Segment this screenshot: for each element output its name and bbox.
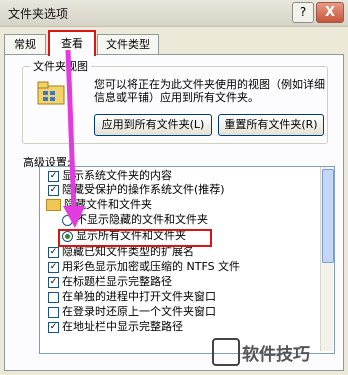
- checkbox[interactable]: ✓: [48, 185, 59, 196]
- list-item-label: 隐藏文件和文件夹: [64, 198, 152, 211]
- radio[interactable]: [62, 215, 73, 226]
- list-item-label: 显示系统文件夹的内容: [62, 169, 172, 182]
- checkbox[interactable]: ✓: [48, 247, 59, 258]
- list-item-label: 隐藏受保护的操作系统文件(推荐): [62, 183, 225, 196]
- checkbox[interactable]: ✓: [48, 322, 59, 333]
- folder-views-description: 您可以将正在为此文件夹使用的视图（例如详细信息或平铺）应用到所有文件夹。: [94, 78, 325, 104]
- help-button[interactable]: ?: [292, 2, 314, 23]
- watermark-logo: [212, 338, 240, 366]
- folder-views-icon: [37, 81, 65, 105]
- watermark-text: 软件技巧: [242, 345, 310, 365]
- list-item-label: 在标题栏显示完整路径: [62, 275, 172, 288]
- folder-icon: [46, 199, 61, 211]
- folder-views-title: 文件夹视图: [30, 58, 91, 74]
- annotation-highlight-box: [58, 229, 212, 247]
- list-item-label: 在地址栏中显示完整路径: [62, 320, 183, 333]
- checkbox[interactable]: [48, 307, 59, 318]
- list-item-label: 不显示隐藏的文件和文件夹: [76, 213, 208, 226]
- checkbox[interactable]: ✓: [48, 171, 59, 182]
- list-item-label: 在单独的进程中打开文件夹窗口: [62, 290, 216, 303]
- reset-all-folders-button[interactable]: 重置所有文件夹(R): [218, 114, 324, 136]
- list-item-label: 隐藏已知文件类型的扩展名: [62, 245, 194, 258]
- checkbox[interactable]: [48, 292, 59, 303]
- close-button[interactable]: X: [316, 2, 344, 23]
- title-bar: 文件夹选项 ? X: [0, 0, 348, 27]
- apply-to-all-folders-button[interactable]: 应用到所有文件夹(L): [94, 114, 212, 136]
- advanced-settings-list[interactable]: ✓ 显示系统文件夹的内容 ✓ 隐藏受保护的操作系统文件(推荐) 隐藏文件和文件夹…: [39, 166, 335, 354]
- window-title: 文件夹选项: [8, 7, 69, 21]
- scrollbar-thumb[interactable]: [322, 169, 334, 263]
- list-item-label: 用彩色显示加密或压缩的 NTFS 文件: [62, 260, 241, 273]
- list-scrollbar[interactable]: [320, 167, 334, 351]
- list-item-label: 在登录时还原上一个文件夹窗口: [62, 305, 216, 318]
- tab-general[interactable]: 常规: [4, 34, 46, 55]
- tab-view[interactable]: 查看: [48, 30, 96, 56]
- checkbox[interactable]: ✓: [48, 262, 59, 273]
- tab-file-types[interactable]: 文件类型: [97, 34, 159, 55]
- checkbox[interactable]: ✓: [48, 277, 59, 288]
